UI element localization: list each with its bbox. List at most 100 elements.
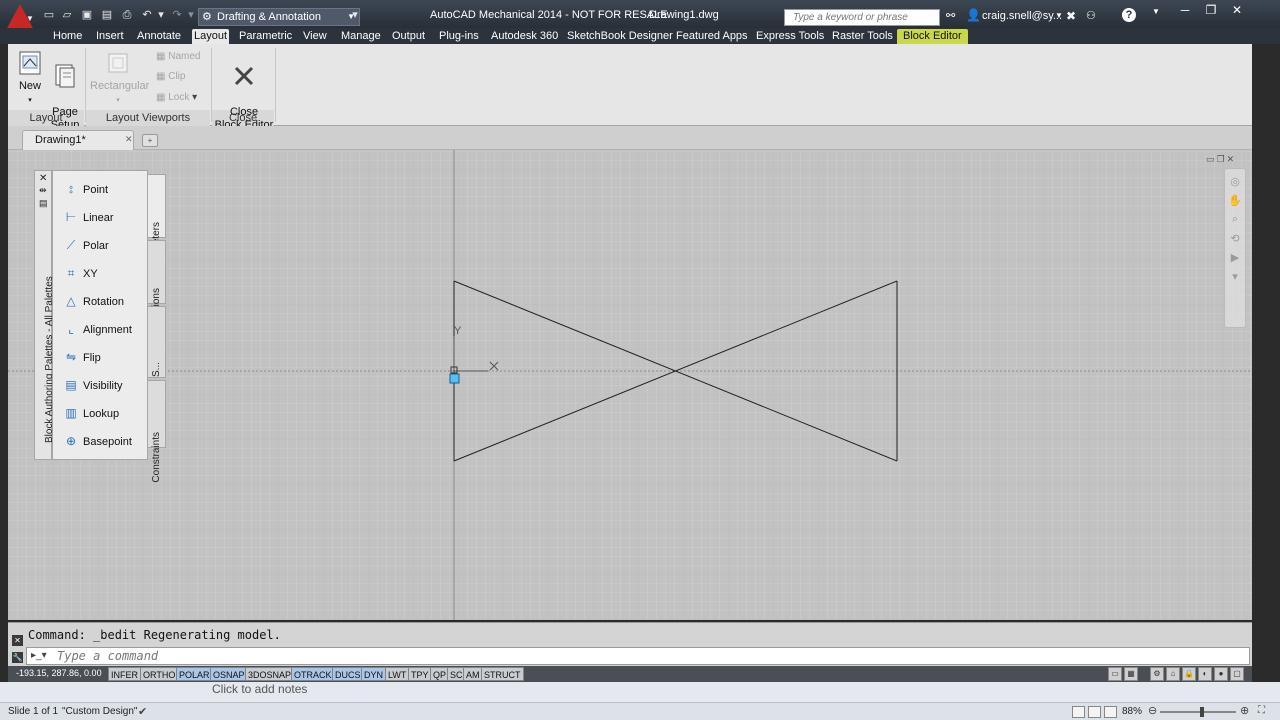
redo-icon[interactable]: ↷ — [170, 9, 184, 22]
palette-item-polar[interactable]: ⟋ Polar — [63, 237, 147, 257]
palette-item-basepoint[interactable]: ⊕ Basepoint — [63, 433, 147, 453]
tab-express-tools[interactable]: Express Tools — [754, 29, 826, 44]
slide-sorter-icon[interactable] — [1088, 706, 1101, 718]
zoom-in-icon[interactable]: ⊕ — [1240, 704, 1249, 717]
nav-customize-icon[interactable]: ▾ — [1225, 270, 1245, 283]
properties-icon[interactable]: ▤ — [39, 198, 48, 209]
palette-item-visibility[interactable]: ▤ Visibility — [63, 377, 147, 397]
save-as-icon[interactable]: ▤ — [100, 9, 114, 22]
zoom-slider[interactable] — [1160, 711, 1236, 713]
palette-tab-constraints[interactable]: Constraints — [148, 380, 166, 483]
tab-block-editor[interactable]: Block Editor — [897, 29, 968, 44]
tab-insert[interactable]: Insert — [94, 29, 126, 44]
tab-output[interactable]: Output — [390, 29, 427, 44]
open-file-icon[interactable]: ▱ — [60, 9, 74, 22]
new-tab-button[interactable]: + — [142, 134, 158, 147]
close-icon[interactable]: ✕ — [125, 134, 133, 145]
clean-screen-icon[interactable]: ▢ — [1230, 667, 1244, 681]
status-ortho[interactable]: ORTHO — [140, 667, 179, 681]
zoom-out-icon[interactable]: ⊖ — [1148, 704, 1157, 717]
spellcheck-icon[interactable]: ✔ — [138, 705, 147, 718]
status-dyn[interactable]: DYN — [361, 667, 387, 681]
normal-view-icon[interactable] — [1072, 706, 1085, 718]
navigation-bar[interactable]: ◎ ✋ ⌕ ⟲ ▶ ▾ — [1224, 168, 1246, 328]
close-window-icon[interactable]: ✕ — [1224, 2, 1250, 20]
undo-dropdown-icon[interactable]: ▾ — [154, 9, 168, 22]
isolate-objects-icon[interactable]: ● — [1214, 667, 1228, 681]
tab-plug-ins[interactable]: Plug-ins — [437, 29, 481, 44]
file-tab-drawing1[interactable]: Drawing1* ✕ — [22, 130, 134, 150]
search-input[interactable] — [784, 9, 940, 26]
new-file-icon[interactable]: ▭ — [42, 9, 56, 22]
palette-item-xy[interactable]: ⌗ XY — [63, 265, 147, 285]
palette-item-rotation[interactable]: △ Rotation — [63, 293, 147, 313]
steering-wheel-icon[interactable]: ◎ — [1225, 175, 1245, 188]
hardware-acceleration-icon[interactable]: ◐ — [1198, 667, 1212, 681]
zoom-level[interactable]: 88% — [1122, 706, 1142, 717]
quick-view-layouts-icon[interactable]: ▦ — [1124, 667, 1138, 681]
palette-tab-actions[interactable]: Actions — [148, 240, 166, 321]
help-dropdown-icon[interactable]: ▼ — [1143, 4, 1169, 22]
pan-icon[interactable]: ✋ — [1225, 194, 1245, 207]
tab-manage[interactable]: Manage — [339, 29, 383, 44]
status-3dosnap[interactable]: 3DOSNAP — [245, 667, 295, 681]
tab-layout[interactable]: Layout — [192, 29, 230, 44]
restore-icon[interactable]: ❐ — [1198, 2, 1224, 20]
coordinates-readout[interactable]: -193.15, 287.86, 0.00 — [16, 668, 102, 678]
notes-placeholder[interactable]: Click to add notes — [212, 682, 307, 696]
tab-annotate[interactable]: Annotate — [135, 29, 183, 44]
tab-view[interactable]: View — [301, 29, 329, 44]
status-lwt[interactable]: LWT — [385, 667, 410, 681]
workspace-dropdown[interactable]: ⚙ Drafting & Annotation ▼ — [198, 8, 360, 26]
binoculars-icon[interactable]: ⚯ — [946, 9, 955, 22]
save-icon[interactable]: ▣ — [80, 9, 94, 22]
status-polar[interactable]: POLAR — [176, 667, 213, 681]
model-layout-icon[interactable]: ▭ — [1108, 667, 1122, 681]
workspace-switch-icon[interactable]: ⌂ — [1166, 667, 1180, 681]
orbit-icon[interactable]: ⟲ — [1225, 232, 1245, 245]
status-tpy[interactable]: TPY — [408, 667, 432, 681]
annotation-scale-icon[interactable]: ⚙ — [1150, 667, 1164, 681]
status-osnap[interactable]: OSNAP — [210, 667, 248, 681]
viewport-window-controls[interactable]: ▭❐✕ — [1206, 154, 1236, 165]
tab-home[interactable]: Home — [51, 29, 84, 44]
palette-item-flip[interactable]: ⇋ Flip — [63, 349, 147, 369]
undo-icon[interactable]: ↶ — [140, 9, 154, 22]
new-layout-button[interactable]: New ▾ — [16, 50, 44, 107]
clip-viewport-button[interactable]: ▦ Clip — [156, 71, 185, 82]
wrench-icon[interactable]: 🔧 — [12, 652, 23, 663]
drawing-area[interactable]: Y ▭❐✕ ◎ ✋ ⌕ ⟲ ▶ ▾ — [8, 150, 1252, 620]
palette-item-alignment[interactable]: ⌞ Alignment — [63, 321, 147, 341]
palette-item-point[interactable]: ⦂ Point — [63, 181, 147, 201]
tab-featured-apps[interactable]: Featured Apps — [674, 29, 750, 44]
fit-slide-icon[interactable]: ⛶ — [1258, 705, 1265, 716]
lock-viewport-button[interactable]: ▦ Lock ▾ — [156, 92, 197, 103]
status-infer[interactable]: INFER — [108, 667, 141, 681]
chevron-down-icon[interactable]: ▼ — [1055, 11, 1063, 20]
autohide-icon[interactable]: ⇹ — [39, 185, 47, 196]
redo-dropdown-icon[interactable]: ▾ — [184, 9, 198, 22]
minimize-icon[interactable]: ─ — [1172, 2, 1198, 20]
plot-icon[interactable]: ⎙ — [120, 9, 134, 22]
showmotion-icon[interactable]: ▶ — [1225, 251, 1245, 264]
named-viewports-button[interactable]: ▦ Named — [156, 51, 200, 62]
user-name[interactable]: craig.snell@sy... — [982, 10, 1062, 22]
status-otrack[interactable]: OTRACK — [291, 667, 335, 681]
command-input[interactable] — [57, 648, 1237, 664]
help-icon[interactable]: ? — [1122, 8, 1136, 22]
palette-item-lookup[interactable]: ▥ Lookup — [63, 405, 147, 425]
application-menu-arrow-icon[interactable]: ▼ — [26, 14, 34, 23]
tab-sketchbook-designer[interactable]: SketchBook Designer — [565, 29, 675, 44]
palette-title-strip[interactable]: ✕ ⇹ ▤ Block Authoring Palettes - All Pal… — [34, 170, 55, 460]
palette-item-linear[interactable]: ⊢ Linear — [63, 209, 147, 229]
reading-view-icon[interactable] — [1104, 706, 1117, 718]
palette-tab-parameters[interactable]: Parameters — [148, 174, 166, 274]
stay-connected-icon[interactable]: ⚇ — [1086, 9, 1096, 22]
qat-customize-icon[interactable]: ▾ — [348, 9, 362, 22]
exchange-apps-icon[interactable]: ✖ — [1066, 9, 1076, 23]
palette-tab-parameter-sets[interactable]: Parameter S... — [148, 306, 166, 426]
user-icon[interactable]: 👤 — [966, 8, 981, 22]
rectangular-viewport-button[interactable]: Rectangular ▾ — [90, 50, 149, 107]
tab-parametric[interactable]: Parametric — [237, 29, 294, 44]
tab-autodesk-360[interactable]: Autodesk 360 — [489, 29, 560, 44]
